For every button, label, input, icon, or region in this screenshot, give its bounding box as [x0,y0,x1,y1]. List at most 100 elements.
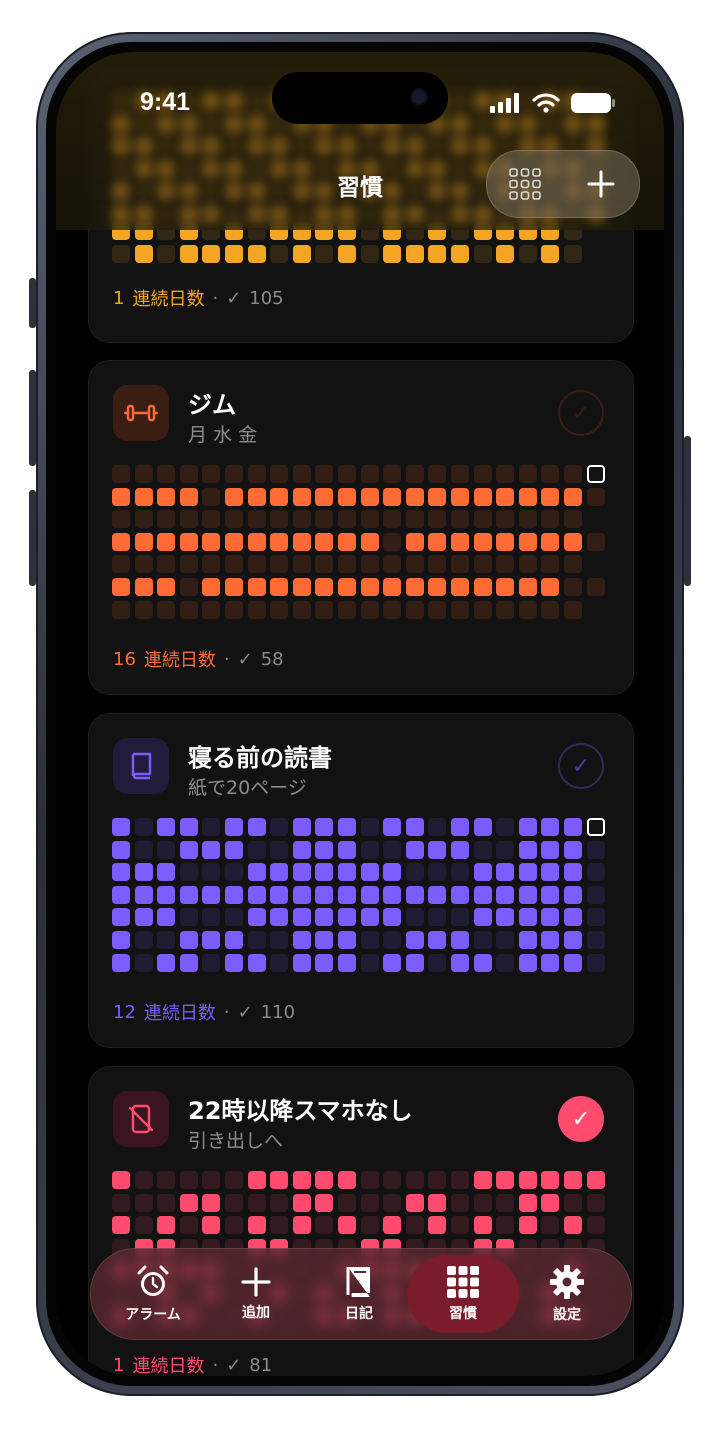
tab-alarm[interactable]: アラーム [103,1249,203,1339]
separator-dot: · [223,1001,230,1023]
habit-card-gym[interactable]: ジム 月 水 金 ✓ 16 連続日数 · ✓ 58 [88,360,634,695]
grid-cell [134,1216,153,1235]
tab-bar: アラーム 追加 日記 習慣 設定 [90,1248,632,1340]
grid-cell [405,863,424,882]
grid-cell [518,465,537,483]
separator-dot: · [212,287,219,309]
grid-cell [405,244,424,263]
tab-habits[interactable]: 習慣 [407,1249,519,1339]
grid-cell [586,532,605,551]
grid-cell [405,931,424,949]
grid-cell [112,510,130,529]
book-icon [113,738,169,794]
grid-cell [292,600,311,619]
streak-count: 12 [113,1001,136,1023]
grid-cell [112,205,130,223]
grid-cell [564,1171,582,1189]
grid-cell [541,931,560,949]
check-button[interactable]: ✓ [558,743,604,789]
separator-dot: · [212,1354,219,1376]
grid-cell [112,244,130,263]
grid-cell [451,908,469,927]
grid-cell [383,840,402,859]
grid-cell [247,205,266,223]
grid-cell [157,863,176,882]
grid-cell [157,1193,176,1212]
grid-cell [473,863,492,882]
tab-journal[interactable]: 日記 [309,1249,409,1339]
grid-cell [518,600,537,619]
grid-cell [247,487,266,506]
grid-cell [315,532,334,551]
grid-cell [564,1216,582,1235]
grid-view-button[interactable] [487,151,563,217]
grid-cell [496,555,515,574]
grid-cell [338,465,356,483]
checkmark-icon: ✓ [571,400,591,426]
grid-cell [451,1171,469,1189]
tab-settings[interactable]: 設定 [517,1249,617,1339]
grid-cell [179,1171,198,1189]
grid-cell [360,137,379,156]
grid-cell [383,205,402,223]
grid-cell [225,465,243,483]
grid-cell [473,114,492,133]
grid-cell [112,885,130,904]
grid-cell [315,487,334,506]
grid-cell [338,244,356,263]
grid-cell [247,532,266,551]
checkmark-icon: ✓ [237,648,253,670]
tab-add[interactable]: 追加 [206,1249,306,1339]
grid-cell [360,885,379,904]
alarm-icon [137,1265,169,1296]
streak-label: 連続日数 [132,289,205,310]
grid-cell [292,885,311,904]
grid-cell [315,510,334,529]
grid-cell [202,205,221,223]
grid-cell [179,908,198,927]
grid-cell [496,600,515,619]
grid-cell [134,465,153,483]
grid-cell [541,953,560,972]
grid-cell [473,487,492,506]
grid-cell [383,510,402,529]
streak-label: 連続日数 [132,1356,205,1376]
grid-cell [134,532,153,551]
grid-cell [564,953,582,972]
total-count: 58 [260,648,284,670]
grid-cell [270,1171,289,1189]
grid-cell [428,555,447,574]
check-button[interactable]: ✓ [558,390,604,436]
grid-cell [315,137,334,156]
screen: 9:41 習慣 1 連続日数 · ✓ 105 ジム 月 水 金 ✓ 16 連続日… [56,52,664,1376]
add-habit-button[interactable] [563,151,639,217]
grid-cell [225,578,243,596]
grid-cell [496,532,515,551]
grid-cell [315,1193,334,1212]
grid-cell [292,1216,311,1235]
grid-cell [157,931,176,949]
grid-cell [451,244,469,263]
check-button[interactable]: ✓ [558,1096,604,1142]
grid-cell [247,465,266,483]
grid-cell [586,465,605,483]
total-count: 105 [249,287,284,309]
volume-down-button [29,490,36,586]
grid-cell [518,1216,537,1235]
grid-cell [541,244,560,263]
grid-cell [405,137,424,156]
grid-cell [157,953,176,972]
grid-cell [134,908,153,927]
grid-cell [157,1171,176,1189]
grid-cell [518,578,537,596]
grid-cell [112,953,130,972]
grid-cell [179,244,198,263]
grid-cell [134,931,153,949]
habit-card-reading[interactable]: 寝る前の読書 紙で20ページ ✓ 12 連続日数 · ✓ 110 [88,713,634,1048]
grid-cell [360,510,379,529]
grid-cell [315,840,334,859]
grid-cell [112,487,130,506]
grid-cell [473,465,492,483]
habit-footer: 12 連続日数 · ✓ 110 [113,999,295,1025]
grid-cell [360,532,379,551]
